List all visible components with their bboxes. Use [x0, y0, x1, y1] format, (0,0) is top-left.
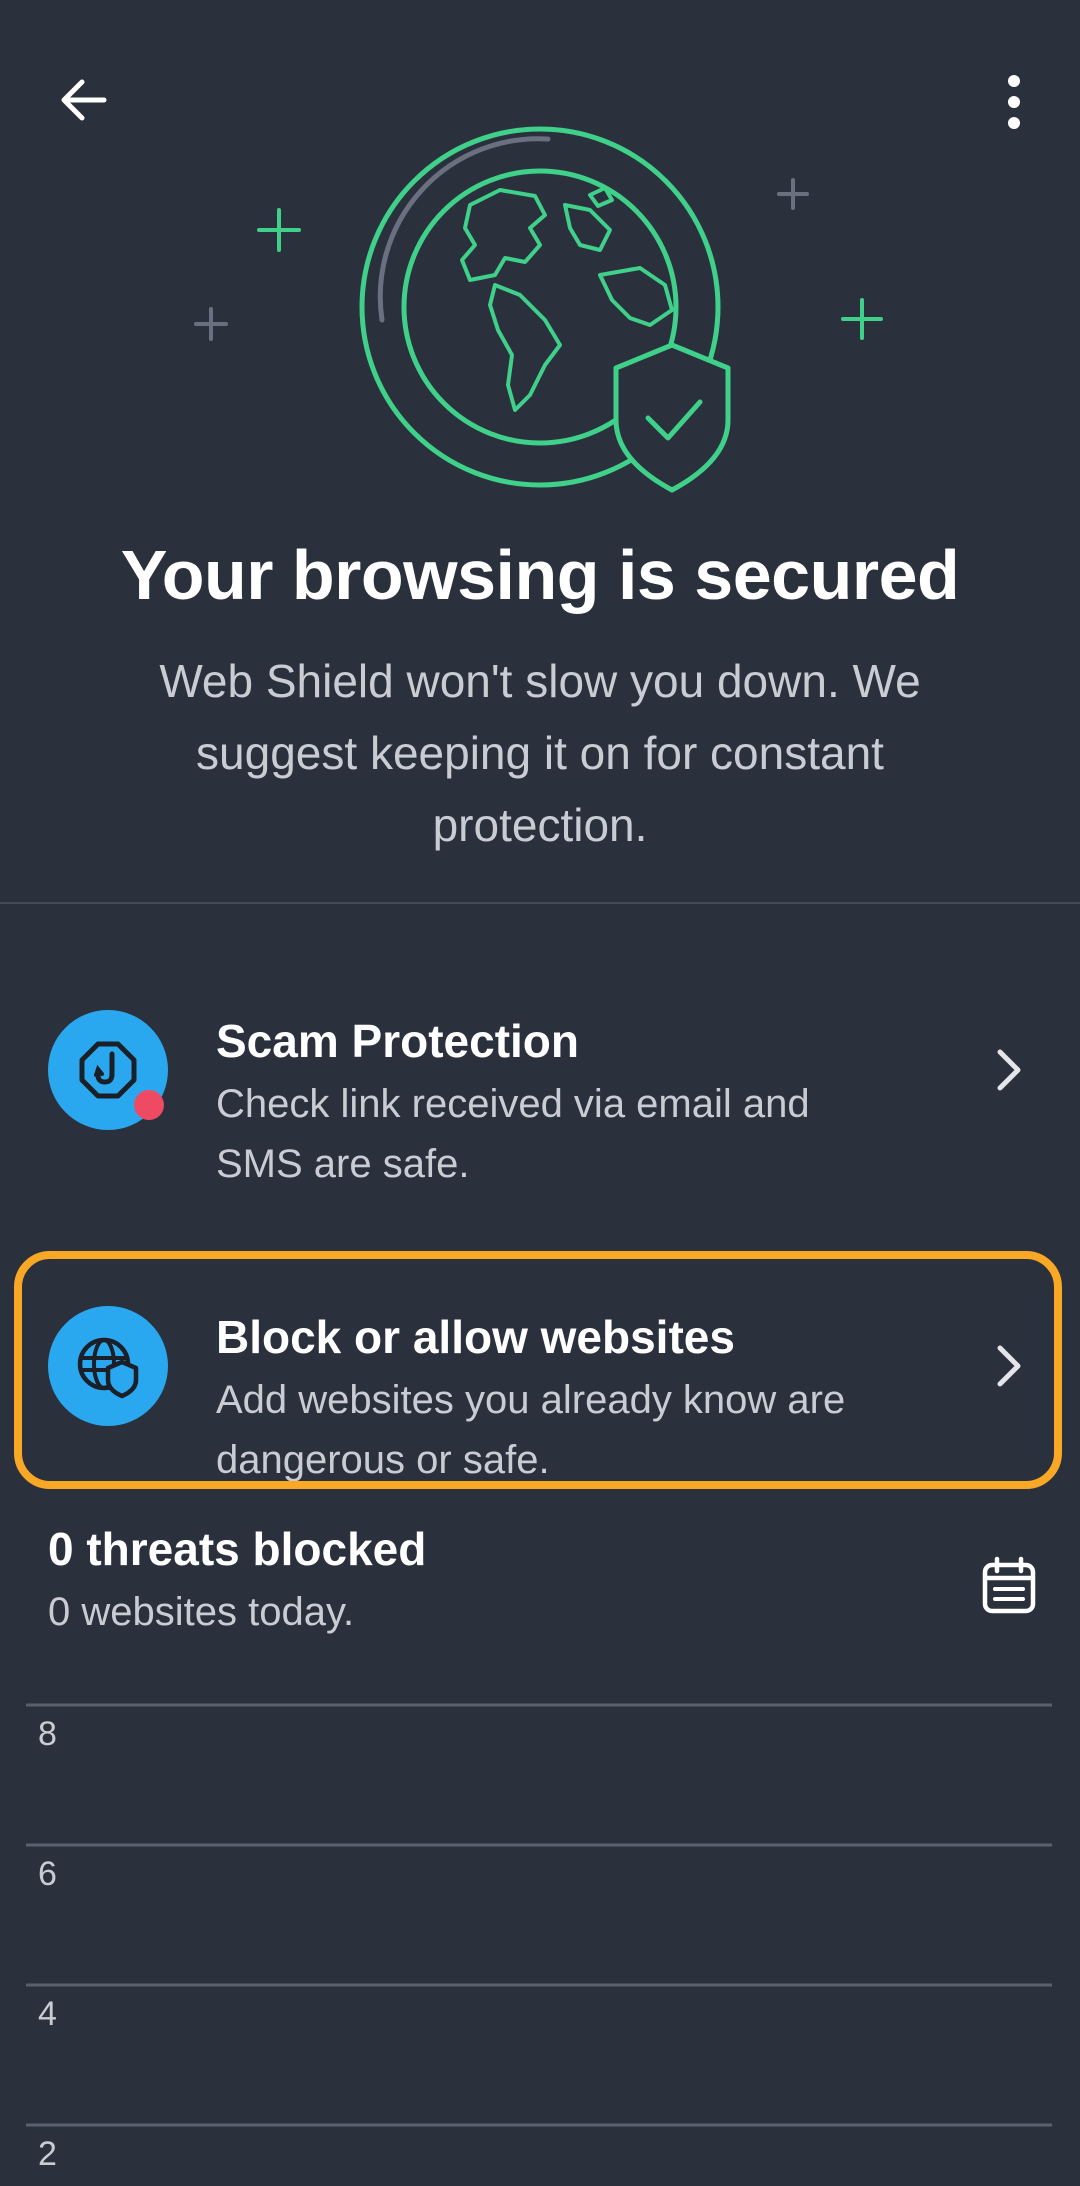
- divider: [0, 902, 1080, 904]
- fishhook-icon: [79, 1041, 137, 1099]
- y-tick-label: 2: [38, 2135, 57, 2173]
- scam-protection-title: Scam Protection: [216, 1015, 579, 1067]
- alert-badge: [134, 1090, 164, 1120]
- scam-protection-item[interactable]: Scam Protection Check link received via …: [20, 960, 1060, 1190]
- threats-chart: 8 6 4 2: [0, 1690, 1080, 2181]
- chevron-right-icon: [978, 1040, 1038, 1100]
- status-title: Your browsing is secured: [120, 536, 960, 614]
- y-tick-label: 6: [38, 1855, 57, 1893]
- threats-title: 0 threats blocked: [48, 1523, 427, 1575]
- calendar-button[interactable]: [966, 1546, 1052, 1626]
- block-allow-description: Add websites you already know are danger…: [216, 1378, 846, 1482]
- threats-subtitle: 0 websites today.: [48, 1590, 355, 1634]
- globe-shield-icon: [77, 1337, 139, 1399]
- block-allow-icon-circle: [48, 1306, 168, 1426]
- calendar-icon: [982, 1556, 1036, 1614]
- block-allow-title: Block or allow websites: [216, 1311, 735, 1363]
- hero-illustration: [0, 110, 1080, 510]
- status-description: Web Shield won't slow you down. We sugge…: [159, 655, 921, 851]
- globe-shield-icon: [194, 126, 883, 493]
- threats-chart-svg: 8 6 4 2: [26, 1703, 1052, 2173]
- y-tick-label: 8: [38, 1715, 57, 1753]
- y-tick-label: 4: [38, 1995, 57, 2033]
- scam-protection-description: Check link received via email and SMS ar…: [216, 1082, 810, 1186]
- chevron-right-icon: [978, 1336, 1038, 1396]
- block-allow-websites-item[interactable]: Block or allow websites Add websites you…: [20, 1256, 1060, 1486]
